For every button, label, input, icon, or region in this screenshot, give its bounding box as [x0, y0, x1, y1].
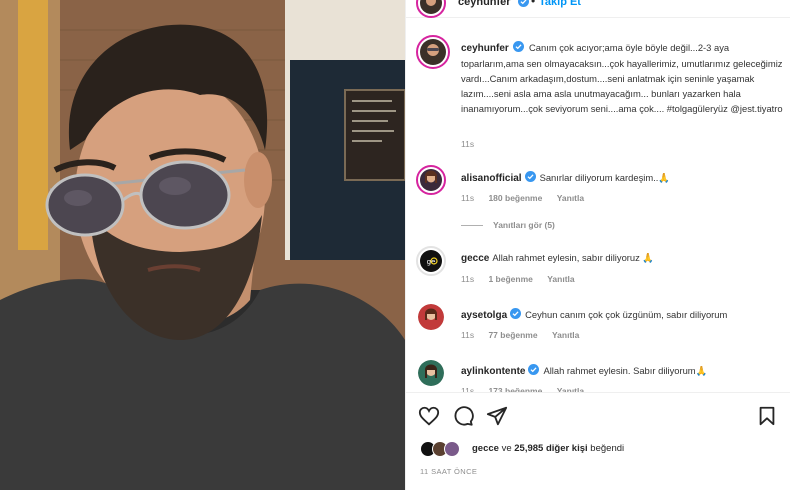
likes-count[interactable]: 25,985 diğer kişi	[514, 443, 587, 454]
post-photo	[0, 0, 405, 490]
likes-end: beğendi	[587, 443, 625, 454]
share-icon[interactable]	[486, 405, 508, 427]
comment-likes[interactable]: 1 beğenme	[488, 274, 532, 284]
comment-time: 11s	[461, 274, 475, 284]
caption-avatar[interactable]	[416, 35, 450, 69]
comment-text: Allah rahmet eylesin. Sabır diliyorum🙏	[543, 365, 708, 376]
comment-meta: 11s 77 beğenme Yanıtla	[461, 330, 591, 340]
verified-badge-icon	[524, 171, 536, 182]
follow-button[interactable]: Takip Et	[539, 0, 581, 8]
comment-line: gecce Allah rahmet eylesin, sabır diliyor…	[461, 252, 654, 264]
comment-text: Ceyhun canım çok çok üzgünüm, sabır dili…	[525, 309, 728, 320]
view-replies-label: Yanıtları gör (5)	[493, 220, 555, 230]
separator-dot: •	[531, 0, 536, 8]
comment-line: aylinkontente Allah rahmet eylesin. Sabır…	[461, 364, 707, 377]
author-username[interactable]: ceyhunfer	[458, 0, 511, 8]
comment-username[interactable]: aysetolga	[461, 310, 507, 321]
comment-line: alisanofficial Sanırlar diliyorum kardeşi…	[461, 171, 670, 184]
liker-avatars	[420, 441, 460, 457]
reply-button[interactable]: Yanıtla	[552, 330, 579, 340]
author-avatar[interactable]	[416, 0, 446, 18]
comment-username[interactable]: alisanofficial	[461, 173, 522, 184]
selfie-illustration	[0, 0, 405, 490]
action-bar: gecce ve 25,985 diğer kişi beğendi 11 SA…	[406, 392, 790, 490]
caption-text: Canım çok acıyor;ama öyle böyle değil...…	[461, 42, 783, 114]
commenter-avatar[interactable]	[416, 165, 446, 195]
post-panel: ceyhunfer • Takip Et ceyhunfer Canım çok…	[405, 0, 790, 490]
reply-button[interactable]: Yanıtla	[557, 193, 584, 203]
verified-badge-icon	[510, 308, 522, 319]
commenter-avatar[interactable]	[418, 360, 444, 386]
comment-meta: 11s 180 beğenme Yanıtla	[461, 193, 596, 203]
comment-text: Allah rahmet eylesin, sabır diliyoruz 🙏	[492, 252, 655, 263]
comment-line: aysetolga Ceyhun canım çok çok üzgünüm, s…	[461, 308, 727, 321]
likes-middle: ve	[498, 443, 515, 454]
post-header: ceyhunfer • Takip Et	[406, 0, 790, 18]
caption-time: 11s	[461, 139, 475, 149]
caption-username[interactable]: ceyhunfer	[461, 43, 509, 54]
reply-button[interactable]: Yanıtla	[547, 274, 574, 284]
verified-badge-icon	[513, 41, 525, 52]
comment-meta: 11s 1 beğenme Yanıtla	[461, 274, 587, 284]
comment-likes[interactable]: 180 beğenme	[488, 193, 542, 203]
comment-time: 11s	[461, 330, 475, 340]
comment-text: Sanırlar diliyorum kardeşim..🙏	[539, 172, 671, 183]
caption-body: ceyhunfer Canım çok acıyor;ama öyle böyl…	[461, 40, 790, 116]
liker-username[interactable]: gecce	[472, 443, 499, 454]
comment-likes[interactable]: 77 beğenme	[488, 330, 537, 340]
verified-badge-icon	[528, 364, 540, 375]
comment-username[interactable]: gecce	[461, 253, 489, 264]
comment-icon[interactable]	[452, 405, 474, 427]
heart-icon[interactable]	[418, 405, 440, 427]
post-timestamp: 11 SAAT ÖNCE	[420, 467, 478, 476]
view-replies-button[interactable]: Yanıtları gör (5)	[461, 220, 555, 230]
comment-username[interactable]: aylinkontente	[461, 366, 525, 377]
likes-text[interactable]: gecce ve 25,985 diğer kişi beğendi	[472, 443, 624, 454]
replies-dash	[461, 225, 483, 227]
commenter-avatar[interactable]: ge	[416, 246, 446, 276]
bookmark-icon[interactable]	[756, 405, 778, 427]
commenter-avatar[interactable]	[418, 304, 444, 330]
verified-badge-icon	[518, 0, 529, 7]
comment-time: 11s	[461, 193, 475, 203]
